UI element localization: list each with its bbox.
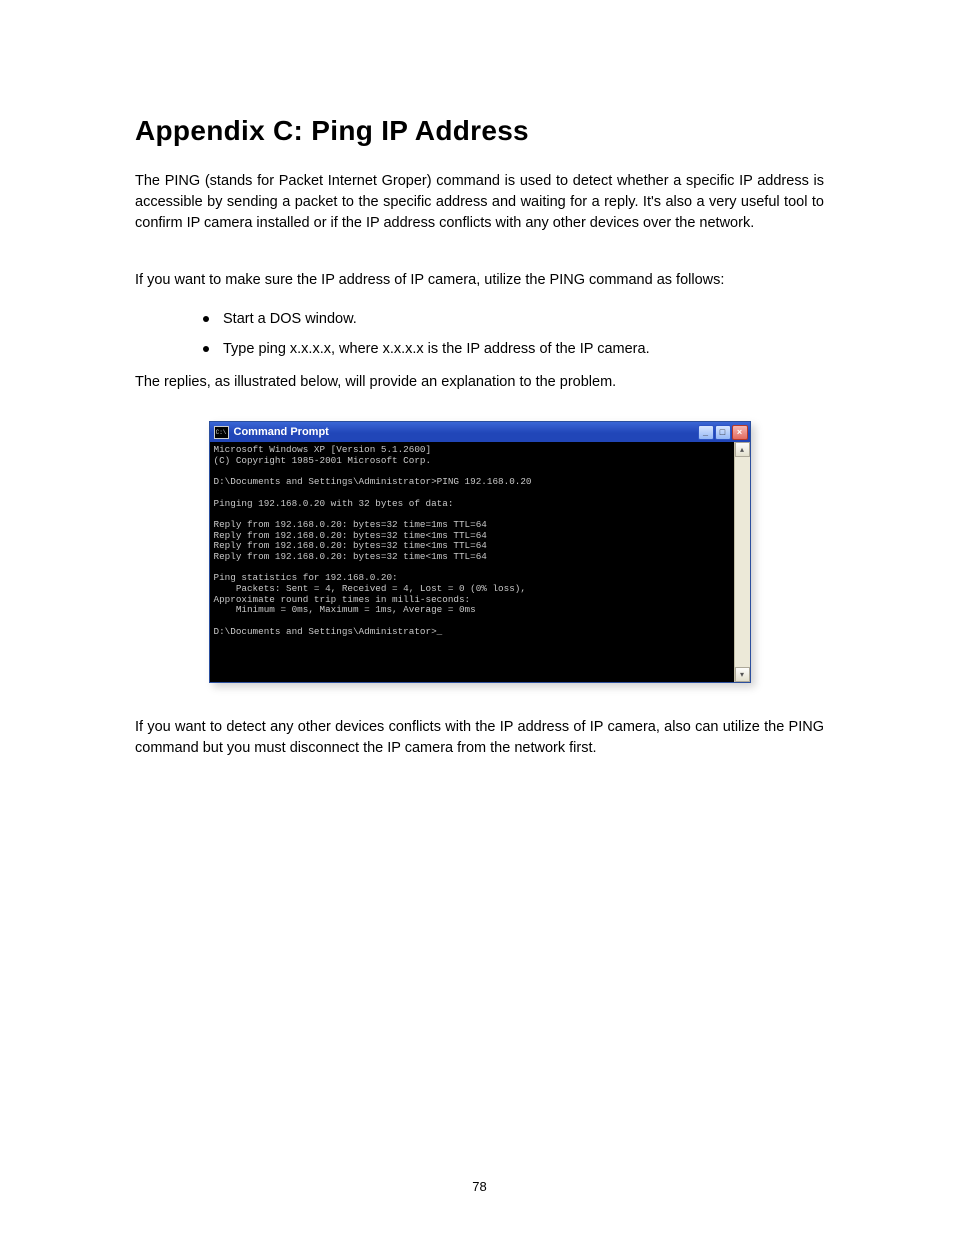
document-page: Appendix C: Ping IP Address The PING (st… <box>0 0 954 1254</box>
command-prompt-window: C:\ Command Prompt _ □ × Microsoft Windo… <box>209 421 751 683</box>
window-title: Command Prompt <box>234 426 329 438</box>
paragraph-replies: The replies, as illustrated below, will … <box>135 372 824 393</box>
scrollbar[interactable]: ▴ ▾ <box>734 442 750 682</box>
window-controls: _ □ × <box>698 425 748 440</box>
paragraph-instructions: If you want to make sure the IP address … <box>135 270 824 291</box>
minimize-button[interactable]: _ <box>698 425 714 440</box>
close-button[interactable]: × <box>732 425 748 440</box>
window-titlebar: C:\ Command Prompt _ □ × <box>210 422 750 442</box>
cmd-icon: C:\ <box>214 426 229 439</box>
list-item: Start a DOS window. <box>135 309 824 330</box>
page-heading: Appendix C: Ping IP Address <box>135 115 824 147</box>
screenshot-figure: C:\ Command Prompt _ □ × Microsoft Windo… <box>135 421 824 683</box>
maximize-button[interactable]: □ <box>715 425 731 440</box>
bullet-list: Start a DOS window. Type ping x.x.x.x, w… <box>135 309 824 360</box>
terminal-output: Microsoft Windows XP [Version 5.1.2600] … <box>210 442 734 682</box>
paragraph-detect: If you want to detect any other devices … <box>135 717 824 759</box>
scroll-down-button[interactable]: ▾ <box>735 667 750 682</box>
list-item: Type ping x.x.x.x, where x.x.x.x is the … <box>135 339 824 360</box>
page-number: 78 <box>135 1179 824 1194</box>
scroll-up-button[interactable]: ▴ <box>735 442 750 457</box>
paragraph-intro: The PING (stands for Packet Internet Gro… <box>135 171 824 234</box>
